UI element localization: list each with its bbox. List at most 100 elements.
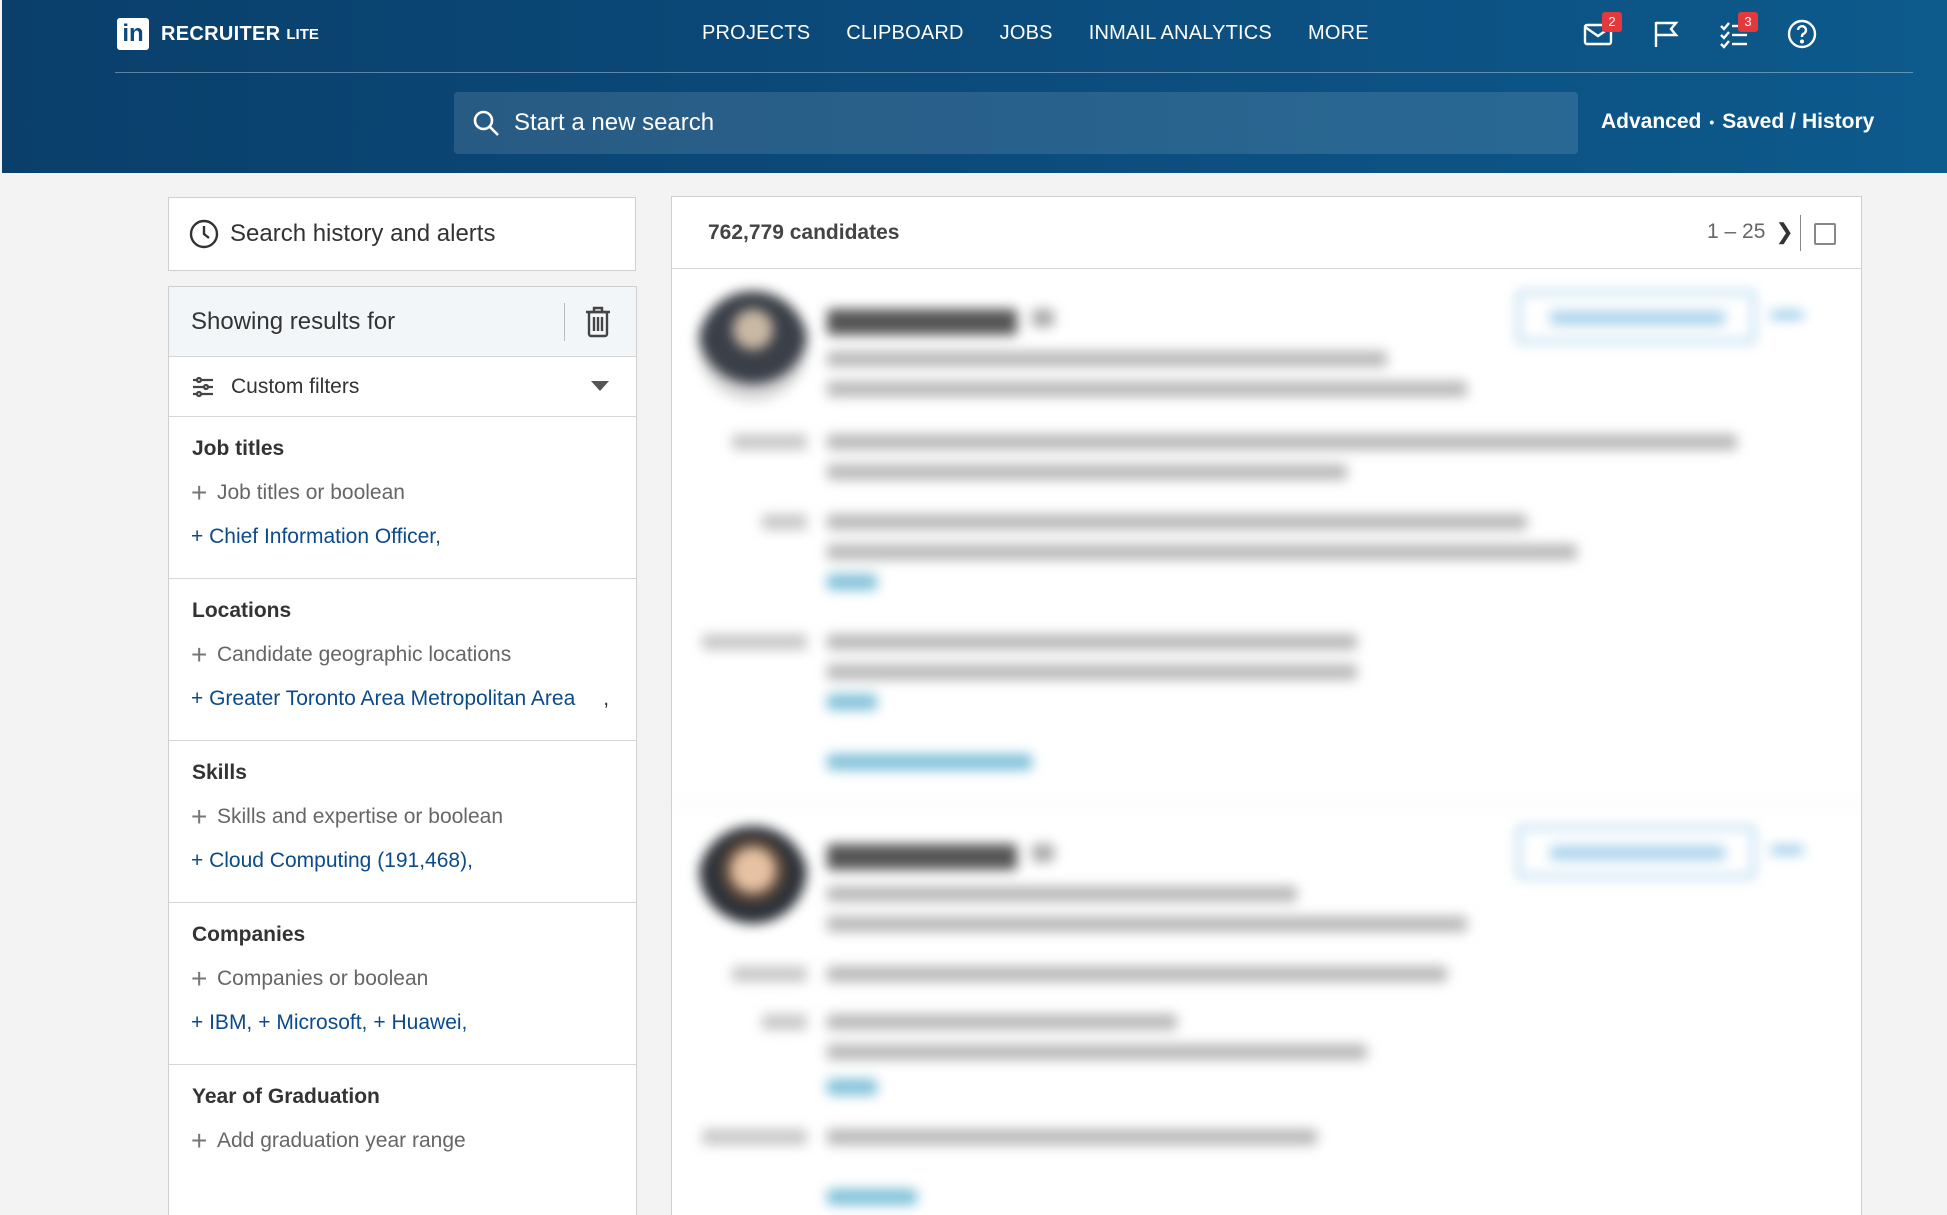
- chip-comma: ,: [603, 687, 610, 710]
- help-button[interactable]: [1786, 18, 1818, 52]
- filters-panel: Showing results for Custom filters Job t…: [168, 286, 637, 1215]
- filter-job-titles: Job titles + Job titles or boolean + Chi…: [169, 417, 636, 579]
- chip-cloud-computing[interactable]: + Cloud Computing (191,468),: [191, 849, 473, 873]
- chip-chief-information-officer[interactable]: + Chief Information Officer,: [191, 525, 441, 549]
- brand-name: RECRUITER: [161, 22, 281, 45]
- avatar[interactable]: [698, 826, 808, 936]
- add-skill[interactable]: + Skills and expertise or boolean: [191, 801, 503, 832]
- filter-chips: + Cloud Computing (191,468),: [191, 849, 473, 873]
- location-blurred: [827, 381, 1467, 397]
- add-graduation-year[interactable]: + Add graduation year range: [191, 1125, 466, 1156]
- plus-icon: +: [191, 639, 208, 670]
- chip-greater-toronto-area[interactable]: + Greater Toronto Area Metropolitan Area: [191, 687, 575, 711]
- pagination[interactable]: 1 – 25 ❯: [1707, 219, 1794, 245]
- more-link-blurred[interactable]: [827, 574, 877, 590]
- plus-icon: +: [191, 1125, 208, 1156]
- plus-icon: +: [191, 801, 208, 832]
- showing-results-header: Showing results for: [169, 287, 636, 357]
- current-position-blurred: [827, 434, 1737, 450]
- tasks-badge: 3: [1738, 12, 1758, 32]
- connection-degree: [1032, 309, 1054, 327]
- filter-title: Locations: [192, 599, 292, 622]
- trash-icon[interactable]: [584, 305, 612, 339]
- search-input[interactable]: [514, 109, 1514, 137]
- select-all-checkbox[interactable]: [1814, 223, 1836, 245]
- divider: [564, 303, 565, 341]
- nav-projects[interactable]: PROJECTS: [702, 22, 810, 45]
- education-blurred: [827, 634, 1357, 650]
- education-blurred: [827, 664, 1357, 680]
- chip-ibm[interactable]: + IBM,: [191, 1011, 252, 1035]
- nav-clipboard[interactable]: CLIPBOARD: [846, 22, 963, 45]
- more-actions-icon[interactable]: [1770, 846, 1804, 854]
- page-range: 1 – 25: [1707, 220, 1766, 243]
- messages-button[interactable]: 2: [1582, 12, 1622, 52]
- add-location[interactable]: + Candidate geographic locations: [191, 639, 511, 670]
- top-header: in RECRUITER LITE PROJECTS CLIPBOARD JOB…: [2, 0, 1947, 173]
- headline-blurred: [827, 886, 1297, 902]
- more-link-blurred[interactable]: [827, 1189, 917, 1205]
- add-label: Add graduation year range: [217, 1129, 466, 1152]
- chip-microsoft[interactable]: + Microsoft,: [258, 1011, 367, 1035]
- nav-jobs[interactable]: JOBS: [1000, 22, 1053, 45]
- nav-inmail-analytics[interactable]: INMAIL ANALYTICS: [1089, 22, 1272, 45]
- save-to-project-button[interactable]: [1517, 291, 1755, 343]
- filter-graduation-year: Year of Graduation + Add graduation year…: [169, 1065, 636, 1215]
- filter-locations: Locations + Candidate geographic locatio…: [169, 579, 636, 741]
- flag-button[interactable]: [1650, 18, 1682, 52]
- candidate-card[interactable]: [672, 269, 1861, 804]
- linkedin-logo-icon: in: [117, 18, 149, 50]
- link-slash: /: [1790, 110, 1796, 133]
- past-position-blurred: [827, 1014, 1177, 1030]
- advanced-search-link[interactable]: Advanced: [1601, 110, 1701, 134]
- chip-huawei[interactable]: + Huawei,: [373, 1011, 467, 1035]
- help-icon: [1787, 19, 1817, 49]
- add-company[interactable]: + Companies or boolean: [191, 965, 428, 993]
- past-position-blurred: [827, 544, 1577, 560]
- filter-chips: + Greater Toronto Area Metropolitan Area…: [191, 687, 609, 711]
- brand[interactable]: in RECRUITER LITE: [117, 18, 319, 50]
- search-history-label: Search history and alerts: [230, 220, 496, 247]
- add-job-title[interactable]: + Job titles or boolean: [191, 477, 405, 508]
- avatar[interactable]: [698, 291, 808, 401]
- filter-title: Companies: [192, 923, 306, 946]
- education-label-blurred: [702, 634, 807, 650]
- more-actions-icon[interactable]: [1770, 311, 1804, 319]
- more-link-blurred[interactable]: [827, 694, 877, 710]
- custom-filters-dropdown[interactable]: Custom filters: [169, 357, 636, 417]
- messages-badge: 2: [1602, 12, 1622, 32]
- past-position-blurred: [827, 1044, 1367, 1060]
- education-label-blurred: [702, 1129, 807, 1145]
- header-icons: 2 3: [1582, 12, 1818, 52]
- main-nav: PROJECTS CLIPBOARD JOBS INMAIL ANALYTICS…: [702, 22, 1369, 45]
- candidate-name-blurred[interactable]: [827, 309, 1017, 335]
- tasks-button[interactable]: 3: [1718, 12, 1758, 52]
- sliders-icon: [193, 376, 213, 397]
- filter-title: Skills: [192, 761, 247, 784]
- candidate-card[interactable]: [672, 804, 1861, 1215]
- custom-filters-label: Custom filters: [231, 374, 360, 398]
- search-icon: [473, 110, 499, 136]
- filter-title: Job titles: [192, 437, 285, 460]
- current-position-blurred: [827, 966, 1447, 982]
- education-blurred: [827, 1129, 1317, 1145]
- candidate-name-blurred[interactable]: [827, 844, 1017, 870]
- saved-link[interactable]: Saved: [1722, 110, 1784, 134]
- current-position-blurred: [827, 464, 1347, 480]
- results-panel: 762,779 candidates 1 – 25 ❯: [671, 196, 1862, 1215]
- clock-icon: [189, 219, 219, 249]
- save-to-project-button[interactable]: [1517, 826, 1755, 878]
- add-label: Job titles or boolean: [217, 481, 405, 504]
- history-link[interactable]: History: [1802, 110, 1874, 134]
- filter-chips: + IBM, + Microsoft, + Huawei,: [191, 1011, 467, 1035]
- more-link-blurred[interactable]: [827, 1079, 877, 1095]
- shared-connections-blurred[interactable]: [827, 754, 1032, 770]
- divider: [1800, 215, 1801, 251]
- plus-icon: +: [191, 477, 208, 508]
- results-header: 762,779 candidates 1 – 25 ❯: [672, 197, 1861, 269]
- showing-results-label: Showing results for: [191, 307, 396, 335]
- chevron-right-icon[interactable]: ❯: [1775, 219, 1793, 245]
- nav-more[interactable]: MORE: [1308, 22, 1369, 45]
- search-bar[interactable]: [454, 92, 1578, 154]
- search-history-card[interactable]: Search history and alerts: [168, 197, 636, 271]
